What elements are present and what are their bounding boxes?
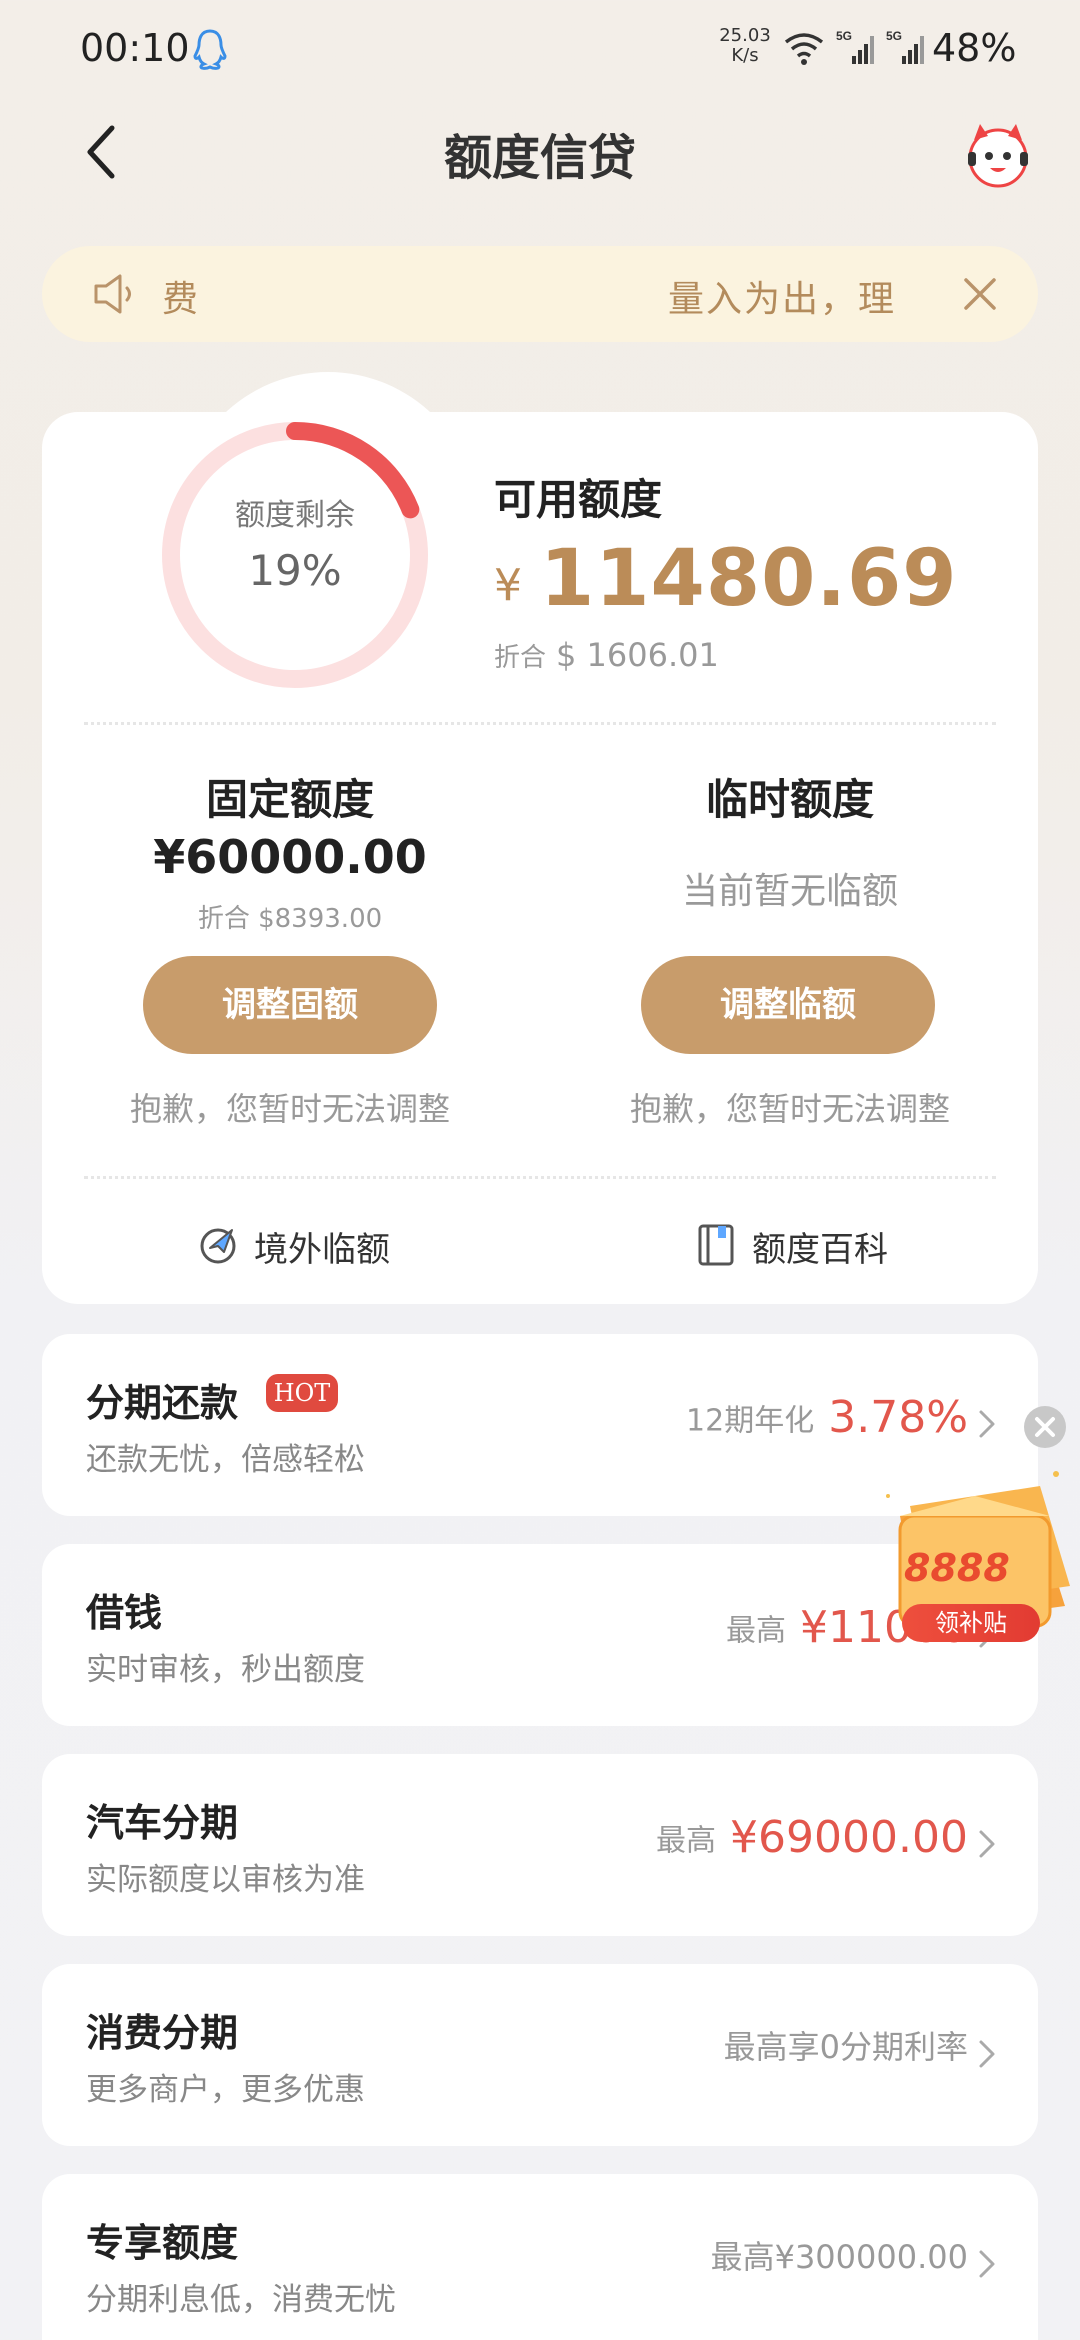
wifi-icon <box>784 33 824 65</box>
overseas-limit-label: 境外临额 <box>254 1230 390 1270</box>
product-title: 消费分期 <box>86 2011 239 2055</box>
adjust-fixed-button[interactable]: 调整固额 <box>143 956 437 1054</box>
adjust-fixed-note: 抱歉，您暂时无法调整 <box>129 1090 450 1128</box>
product-offer: 最高¥300000.00 <box>711 2232 968 2278</box>
status-time: 00:10 <box>80 26 190 70</box>
product-offer: 最高享0分期利率 <box>724 2022 968 2068</box>
fixed-limit-amount: ¥60000.00 <box>153 830 427 884</box>
available-label: 可用额度 <box>494 475 663 524</box>
product-row-car-installment[interactable]: 汽车分期 实际额度以审核为准 最高 ¥69000.00 <box>42 1754 1038 1936</box>
converted-amount: $ 1606.01 <box>556 636 719 674</box>
globe-plane-icon <box>200 1228 236 1264</box>
remaining-percent: 19% <box>248 546 342 595</box>
product-title: 分期还款 <box>86 1381 239 1425</box>
product-title: 专享额度 <box>86 2221 239 2265</box>
product-rate-prefix: 12期年化 <box>686 1403 815 1439</box>
product-row-exclusive-limit[interactable]: 专享额度 分期利息低，消费无忧 最高¥300000.00 <box>42 2174 1038 2340</box>
overseas-limit-link[interactable]: 境外临额 <box>196 1218 416 1270</box>
promo-claim-button[interactable]: 领补贴 <box>902 1604 1040 1642</box>
product-subtitle: 实际额度以审核为准 <box>86 1862 365 1898</box>
notice-text-start: 费 <box>162 279 199 320</box>
product-max-prefix: 最高 <box>656 1823 717 1859</box>
battery-level: 48% <box>932 26 1017 70</box>
network-speed-value: 25.03 <box>719 25 771 46</box>
product-subtitle: 分期利息低，消费无忧 <box>86 2282 396 2318</box>
promo-close-icon[interactable] <box>1024 1406 1066 1448</box>
promo-amount: 8888 <box>904 1546 1010 1590</box>
product-offer-text: 最高¥300000.00 <box>710 2238 968 2276</box>
svg-text:5G: 5G <box>836 29 852 43</box>
remaining-label: 额度剩余 <box>235 498 355 533</box>
chevron-right-icon <box>979 2250 995 2278</box>
chevron-right-icon <box>979 2040 995 2068</box>
page-title: 额度信贷 <box>443 130 636 186</box>
svg-text:5G: 5G <box>886 29 902 43</box>
fixed-limit-converted: 折合 $8393.00 <box>197 904 383 934</box>
status-bar: 00:10 25.03 K/s 5G 5G 48% <box>0 0 1080 100</box>
close-icon[interactable] <box>958 272 1002 316</box>
available-amount: 11480.69 <box>540 534 958 624</box>
chevron-right-icon <box>979 1830 995 1858</box>
product-title: 借钱 <box>86 1591 163 1635</box>
divider <box>84 722 996 725</box>
notice-banner[interactable]: 费 量入为出，理 <box>42 246 1038 342</box>
product-max-value: ¥69000.00 <box>730 1812 968 1863</box>
product-rate: 12期年化 3.78% <box>686 1392 968 1443</box>
adjust-temp-note: 抱歉，您暂时无法调整 <box>629 1090 950 1128</box>
product-max-prefix: 最高 <box>726 1613 787 1649</box>
network-speed-unit: K/s <box>731 45 759 66</box>
limit-encyclopedia-link[interactable]: 额度百科 <box>694 1218 924 1270</box>
converted-prefix: 折合 <box>494 643 547 673</box>
limit-encyclopedia-label: 额度百科 <box>752 1230 888 1270</box>
signal-5g-icon: 5G <box>886 29 924 64</box>
mascot-avatar-icon[interactable] <box>962 118 1034 190</box>
available-converted: 折合 $ 1606.01 <box>494 636 719 674</box>
adjust-temp-button[interactable]: 调整临额 <box>641 956 935 1054</box>
fixed-limit-label: 固定额度 <box>205 775 374 824</box>
notice-text-scroll: 量入为出，理 <box>667 279 896 320</box>
temp-limit-status: 当前暂无临额 <box>681 871 898 912</box>
divider <box>84 1176 996 1179</box>
product-subtitle: 还款无忧，倍感轻松 <box>86 1442 365 1478</box>
speaker-icon <box>94 274 131 314</box>
qq-icon <box>193 29 227 70</box>
network-speed: 25.03 K/s <box>715 26 775 66</box>
product-row-consumer-installment[interactable]: 消费分期 更多商户，更多优惠 最高享0分期利率 <box>42 1964 1038 2146</box>
product-subtitle: 更多商户，更多优惠 <box>86 2072 365 2108</box>
signal-5g-icon: 5G <box>836 29 874 64</box>
chevron-right-icon <box>979 1410 995 1438</box>
product-subtitle: 实时审核，秒出额度 <box>86 1652 365 1688</box>
available-currency: ¥ <box>494 560 522 611</box>
book-icon <box>698 1224 734 1266</box>
product-rate-value: 3.78% <box>828 1392 968 1443</box>
product-offer-text: 最高享0分期利率 <box>723 2028 968 2066</box>
product-max-amount: 最高 ¥69000.00 <box>656 1812 968 1863</box>
product-title: 汽车分期 <box>86 1801 239 1845</box>
temp-limit-label: 临时额度 <box>705 775 874 824</box>
hot-badge: HOT <box>266 1374 338 1412</box>
